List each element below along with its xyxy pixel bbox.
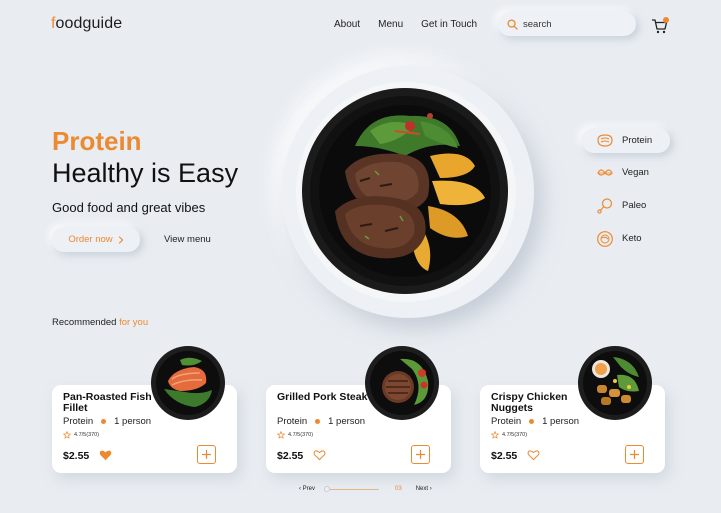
- card-meta: Protein 1 person: [277, 416, 365, 427]
- meta-dot: [529, 419, 535, 424]
- recommended-heading: Recommended for you: [52, 317, 149, 328]
- chicken-nuggets-plate-image: [578, 346, 652, 420]
- diet-label-paleo: Paleo: [622, 200, 647, 211]
- chevron-right-icon: [118, 235, 124, 244]
- steak-icon: [597, 133, 613, 147]
- diet-option-vegan[interactable]: Vegan: [582, 160, 670, 185]
- pagination: ‹ Prev 03 Next ›: [299, 486, 432, 492]
- card-title: Crispy Chicken Nuggets: [491, 391, 568, 414]
- view-menu-button[interactable]: View menu: [164, 234, 211, 245]
- card-price: $2.55: [63, 450, 90, 462]
- order-now-button[interactable]: Order now: [52, 227, 140, 252]
- meta-dot: [315, 419, 321, 424]
- add-to-cart-button[interactable]: [625, 445, 644, 464]
- pork-steak-plate-image: [365, 346, 439, 420]
- page-slider-handle[interactable]: [324, 486, 331, 492]
- star-icon: [277, 431, 285, 439]
- card-title: Pan-Roasted Fish Fillet: [63, 391, 152, 414]
- diet-label-protein: Protein: [622, 135, 653, 146]
- hero-tagline: Good food and great vibes: [52, 200, 206, 215]
- nav-about[interactable]: About: [334, 19, 360, 30]
- plus-icon: [630, 450, 639, 459]
- nav-menu[interactable]: Menu: [378, 19, 403, 30]
- card-rating: 4.7/5(370): [491, 431, 527, 439]
- card-rating: 4.7/5(370): [63, 431, 99, 439]
- star-icon: [63, 431, 71, 439]
- card-rating: 4.7/5(370): [277, 431, 313, 439]
- diet-label-vegan: Vegan: [622, 167, 649, 178]
- leaf-icon: [597, 168, 613, 176]
- search-box[interactable]: [498, 12, 636, 36]
- search-icon: [507, 18, 518, 30]
- card-serves: 1 person: [114, 416, 152, 427]
- hero-title: Protein: [52, 126, 142, 156]
- heart-outline-icon[interactable]: [313, 449, 326, 461]
- meta-dot: [101, 419, 107, 424]
- card-serves: 1 person: [328, 416, 366, 427]
- card-serves: 1 person: [542, 416, 580, 427]
- diet-option-protein[interactable]: Protein: [582, 128, 670, 153]
- card-price: $2.55: [491, 450, 518, 462]
- order-now-label: Order now: [68, 234, 113, 245]
- add-to-cart-button[interactable]: [411, 445, 430, 464]
- prev-page-button[interactable]: ‹ Prev: [299, 486, 315, 492]
- heart-outline-icon[interactable]: [527, 449, 540, 461]
- card-meta: Protein 1 person: [491, 416, 579, 427]
- plus-icon: [416, 450, 425, 459]
- fish-fillet-plate-image: [151, 346, 225, 420]
- card-category: Protein: [63, 416, 94, 427]
- cart-badge: [663, 17, 669, 23]
- page-slider-track: [327, 489, 380, 490]
- keto-plate-icon: [597, 230, 613, 247]
- card-title: Grilled Pork Steak: [277, 391, 368, 403]
- card-category: Protein: [277, 416, 308, 427]
- logo[interactable]: foodguide: [51, 15, 122, 33]
- hero-subtitle: Healthy is Easy: [52, 158, 239, 188]
- diet-option-paleo[interactable]: Paleo: [582, 193, 670, 218]
- main-nav: About Menu Get in Touch: [334, 19, 495, 30]
- card-category: Protein: [491, 416, 522, 427]
- next-page-button[interactable]: Next ›: [416, 486, 432, 492]
- card-price: $2.55: [277, 450, 304, 462]
- diet-label-keto: Keto: [622, 233, 642, 244]
- drumstick-icon: [597, 197, 613, 214]
- card-meta: Protein 1 person: [63, 416, 151, 427]
- plus-icon: [202, 450, 211, 459]
- page-slider[interactable]: [324, 486, 387, 492]
- page-number: 03: [395, 486, 402, 492]
- heart-filled-icon[interactable]: [99, 449, 112, 461]
- diet-option-keto[interactable]: Keto: [582, 226, 670, 251]
- star-icon: [491, 431, 499, 439]
- landing-page: foodguide About Menu Get in Touch Protei…: [0, 0, 721, 513]
- nav-get-in-touch[interactable]: Get in Touch: [421, 19, 477, 30]
- add-to-cart-button[interactable]: [197, 445, 216, 464]
- search-input[interactable]: [523, 18, 623, 30]
- hero-steak-plate-image: [302, 88, 508, 294]
